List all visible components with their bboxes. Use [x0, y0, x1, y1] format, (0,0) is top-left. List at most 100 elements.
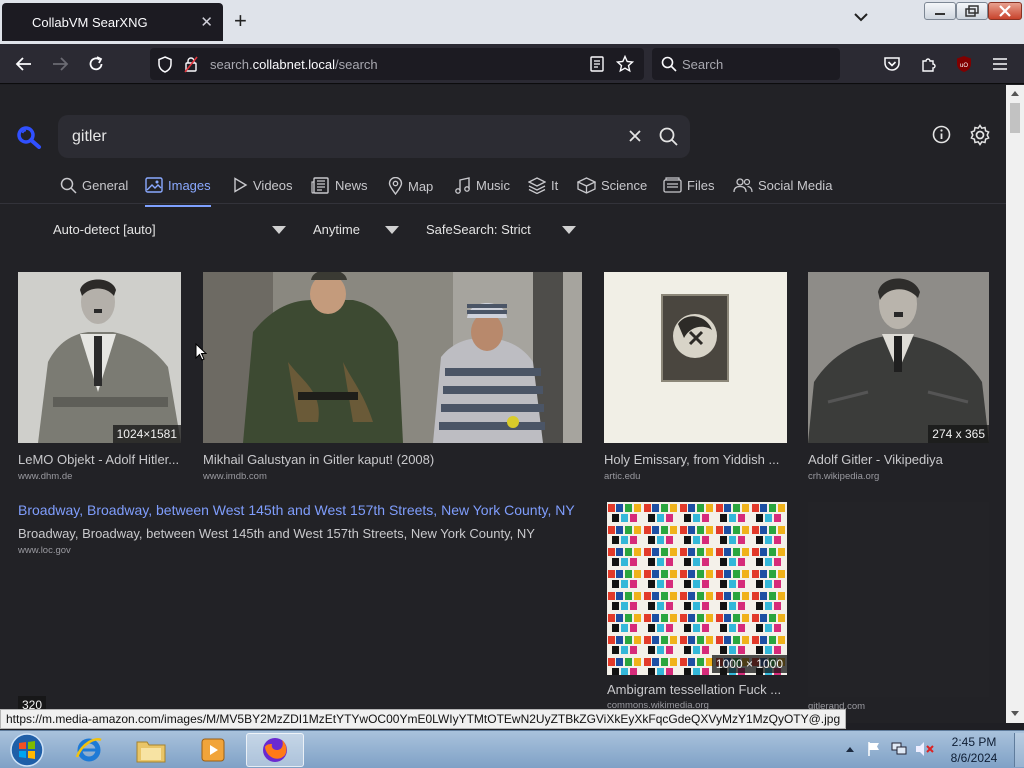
- app-menu-button[interactable]: [988, 44, 1012, 84]
- map-pin-icon: [388, 177, 403, 195]
- search-icon: [60, 177, 77, 194]
- scroll-down-arrow-icon[interactable]: [1011, 711, 1019, 717]
- close-tab-icon[interactable]: ✕: [200, 13, 213, 31]
- navigation-toolbar: search.collabnet.local/search Search uO: [0, 44, 1024, 84]
- url-text[interactable]: search.collabnet.local/search: [210, 57, 378, 72]
- clock-time: 2:45 PM: [951, 735, 997, 749]
- reload-button[interactable]: [82, 44, 110, 84]
- back-button[interactable]: [10, 44, 38, 84]
- tab-general-label: General: [82, 178, 129, 193]
- tab-news[interactable]: News: [311, 177, 368, 194]
- result-url: www.loc.gov: [18, 545, 71, 556]
- tab-map-label: Map: [408, 178, 434, 194]
- browser-search-field[interactable]: Search: [652, 48, 840, 80]
- cube-icon: [577, 177, 596, 194]
- layers-icon: [528, 177, 546, 194]
- clear-search-icon[interactable]: [628, 129, 642, 143]
- image-resolution-badge: 1024×1581: [112, 425, 181, 443]
- result-image-thumbnail[interactable]: [604, 272, 787, 443]
- restore-window-button[interactable]: [956, 2, 988, 20]
- extensions-button[interactable]: [916, 44, 940, 84]
- result-image-thumbnail[interactable]: 274 x 365: [808, 272, 989, 443]
- tab-social-media[interactable]: Social Media: [733, 177, 832, 193]
- chevron-down-icon[interactable]: [854, 12, 868, 22]
- image-icon: [145, 177, 163, 193]
- windows-taskbar: 2:45 PM 8/6/2024: [0, 730, 1024, 768]
- hamburger-menu-icon: [993, 58, 1007, 70]
- files-icon: [663, 177, 682, 193]
- time-dropdown-caret-icon[interactable]: [385, 226, 399, 234]
- taskbar-explorer[interactable]: [122, 733, 180, 767]
- tab-files-label: Files: [687, 177, 715, 193]
- searxng-logo-icon[interactable]: [16, 125, 42, 149]
- url-bar[interactable]: search.collabnet.local/search: [150, 48, 644, 80]
- tab-general[interactable]: General: [60, 177, 128, 194]
- result-title[interactable]: Adolf Gitler - Vikipediya: [808, 452, 988, 467]
- result-title[interactable]: Ambigram tessellation Fuck ...: [607, 682, 787, 697]
- result-image-thumbnail[interactable]: [808, 502, 989, 697]
- tab-images[interactable]: Images: [145, 177, 211, 193]
- tab-map[interactable]: Map: [388, 177, 433, 195]
- tab-videos[interactable]: Videos: [232, 177, 293, 193]
- forward-button[interactable]: [46, 44, 74, 84]
- volume-muted-icon[interactable]: [914, 741, 934, 757]
- language-dropdown-caret-icon[interactable]: [272, 226, 286, 234]
- action-center-flag-icon[interactable]: [866, 741, 882, 757]
- language-select[interactable]: Auto-detect [auto]: [53, 222, 156, 237]
- start-button[interactable]: [0, 733, 54, 767]
- url-prefix: search.: [210, 57, 253, 72]
- taskbar-media-player[interactable]: [184, 733, 242, 767]
- mouse-cursor-icon: [195, 343, 207, 361]
- result-image-thumbnail[interactable]: 1024×1581: [18, 272, 181, 443]
- bookmark-star-icon[interactable]: [616, 55, 634, 73]
- system-clock[interactable]: 2:45 PM 8/6/2024: [934, 734, 1014, 766]
- search-submit-icon[interactable]: [659, 127, 678, 146]
- result-image-thumbnail[interactable]: 1000 × 1000: [607, 502, 787, 675]
- reader-view-icon[interactable]: [590, 56, 604, 72]
- safesearch-dropdown-caret-icon[interactable]: [562, 226, 576, 234]
- search-box[interactable]: gitler: [58, 115, 690, 158]
- scrollbar-thumb[interactable]: [1010, 103, 1020, 133]
- internet-explorer-icon: [75, 738, 102, 762]
- tab-science[interactable]: Science: [577, 177, 647, 194]
- result-title[interactable]: Mikhail Galustyan in Gitler kaput! (2008…: [203, 452, 583, 467]
- tab-files[interactable]: Files: [663, 177, 714, 193]
- tab-it[interactable]: It: [528, 177, 558, 194]
- shield-icon[interactable]: [157, 56, 173, 73]
- info-icon[interactable]: [932, 125, 951, 144]
- page-scrollbar[interactable]: [1006, 85, 1024, 723]
- show-hidden-icons-icon[interactable]: [845, 745, 855, 753]
- tab-music[interactable]: Music: [454, 177, 510, 194]
- url-path: /search: [335, 57, 378, 72]
- search-query-input[interactable]: gitler: [72, 128, 107, 146]
- taskbar-firefox[interactable]: [246, 733, 304, 767]
- tab-videos-label: Videos: [253, 177, 293, 193]
- pocket-button[interactable]: [880, 44, 904, 84]
- pocket-icon: [884, 57, 900, 71]
- active-tab-underline: [145, 205, 211, 207]
- lock-icon[interactable]: [184, 56, 198, 73]
- result-link-title[interactable]: Broadway, Broadway, between West 145th a…: [18, 502, 575, 518]
- folder-icon: [136, 741, 166, 763]
- result-title[interactable]: LeMO Objekt - Adolf Hitler...: [18, 452, 183, 467]
- image-resolution-badge: 274 x 365: [928, 425, 989, 443]
- play-icon: [234, 177, 248, 193]
- link-status-tooltip: https://m.media-amazon.com/images/M/MV5B…: [0, 709, 847, 729]
- time-range-select[interactable]: Anytime: [313, 222, 360, 237]
- gear-icon[interactable]: [969, 124, 991, 146]
- new-tab-button[interactable]: +: [234, 9, 247, 33]
- show-desktop-button[interactable]: [1014, 733, 1024, 767]
- network-icon[interactable]: [890, 741, 908, 757]
- result-image-thumbnail[interactable]: [203, 272, 582, 443]
- tab-images-label: Images: [168, 177, 211, 193]
- result-url: artic.edu: [604, 471, 641, 482]
- taskbar-internet-explorer[interactable]: [60, 733, 118, 767]
- minimize-window-button[interactable]: [924, 2, 956, 20]
- safesearch-select[interactable]: SafeSearch: Strict: [426, 222, 531, 237]
- browser-tab[interactable]: CollabVM SearXNG ✕: [2, 3, 223, 41]
- close-window-button[interactable]: [988, 2, 1022, 20]
- result-title[interactable]: Holy Emissary, from Yiddish ...: [604, 452, 787, 467]
- scroll-up-arrow-icon[interactable]: [1011, 90, 1019, 96]
- ublock-button[interactable]: uO: [952, 44, 976, 84]
- tab-strip: CollabVM SearXNG ✕ +: [0, 0, 1024, 44]
